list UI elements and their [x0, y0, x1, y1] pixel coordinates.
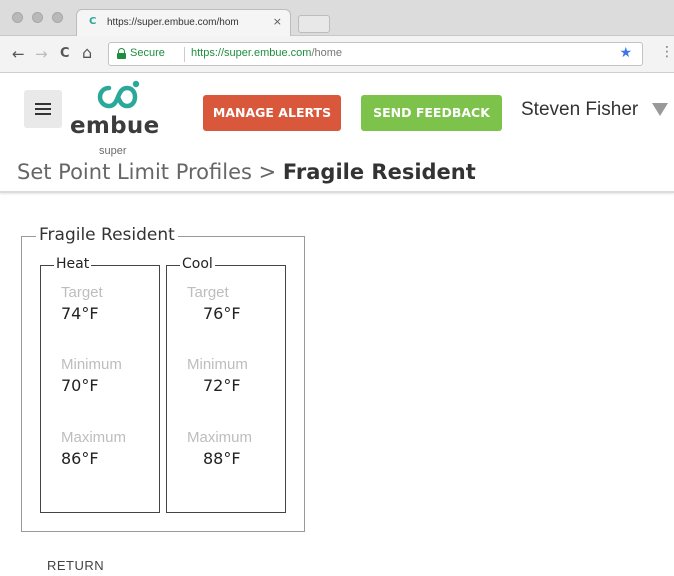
heat-minimum-value: 70°F	[61, 376, 99, 395]
hamburger-line	[35, 103, 51, 105]
embue-favicon-icon: C	[89, 16, 97, 27]
cool-maximum-label: Maximum	[187, 429, 253, 446]
breadcrumb: Set Point Limit Profiles > Fragile Resid…	[17, 160, 476, 184]
embue-logo-icon	[97, 80, 140, 109]
cool-minimum-label: Minimum	[187, 356, 248, 373]
url-text: https://super.embue.com/home	[191, 47, 343, 59]
window-minimize-icon[interactable]	[32, 12, 43, 23]
breadcrumb-separator: >	[251, 160, 283, 184]
hamburger-line	[35, 108, 51, 110]
heat-minimum-label: Minimum	[61, 356, 122, 373]
header-divider	[0, 191, 674, 193]
breadcrumb-parent[interactable]: Set Point Limit Profiles	[17, 160, 252, 184]
browser-titlebar: C https://super.embue.com/hom ×	[0, 0, 674, 36]
heat-target-value: 74°F	[61, 304, 99, 323]
cool-minimum-value: 72°F	[203, 376, 241, 395]
lock-icon	[117, 48, 126, 59]
new-tab-button[interactable]	[298, 15, 330, 33]
breadcrumb-current: Fragile Resident	[282, 160, 476, 184]
bookmark-star-icon[interactable]: ★	[619, 45, 632, 61]
cool-maximum-value: 88°F	[203, 449, 241, 468]
cool-target-value: 76°F	[203, 304, 241, 323]
home-icon[interactable]: ⌂	[82, 43, 92, 62]
forward-icon[interactable]: →	[35, 45, 48, 63]
logo-wordmark: embue	[70, 113, 160, 139]
profile-title: Fragile Resident	[36, 225, 178, 245]
tab-title: https://super.embue.com/hom	[107, 17, 239, 28]
cool-title: Cool	[180, 256, 215, 272]
window-zoom-icon[interactable]	[52, 12, 63, 23]
return-link[interactable]: RETURN	[47, 558, 104, 573]
logo-subtitle: super	[99, 145, 127, 157]
heat-title: Heat	[54, 256, 92, 272]
address-separator	[184, 47, 185, 62]
back-icon[interactable]: ←	[12, 45, 25, 63]
send-feedback-button[interactable]: SEND FEEDBACK	[361, 95, 502, 131]
hamburger-line	[35, 113, 51, 115]
user-dropdown-caret-icon[interactable]	[652, 103, 668, 116]
cool-target-label: Target	[187, 284, 229, 301]
user-name[interactable]: Steven Fisher	[521, 99, 638, 121]
heat-maximum-value: 86°F	[61, 449, 99, 468]
tab-close-icon[interactable]: ×	[273, 15, 282, 28]
hamburger-menu-button[interactable]	[24, 90, 62, 128]
secure-label: Secure	[130, 47, 165, 59]
browser-toolbar: ← → C ⌂ Secure https://super.embue.com/h…	[0, 36, 674, 73]
heat-fieldset	[40, 265, 160, 513]
address-bar[interactable]: Secure https://super.embue.com/home ★	[108, 42, 643, 66]
browser-menu-icon[interactable]: ⋮	[660, 44, 674, 60]
browser-tab[interactable]: C https://super.embue.com/hom ×	[76, 9, 291, 36]
heat-maximum-label: Maximum	[61, 429, 127, 446]
heat-target-label: Target	[61, 284, 103, 301]
window-close-icon[interactable]	[12, 12, 23, 23]
reload-icon[interactable]: C	[60, 46, 70, 61]
manage-alerts-button[interactable]: MANAGE ALERTS	[203, 95, 341, 131]
